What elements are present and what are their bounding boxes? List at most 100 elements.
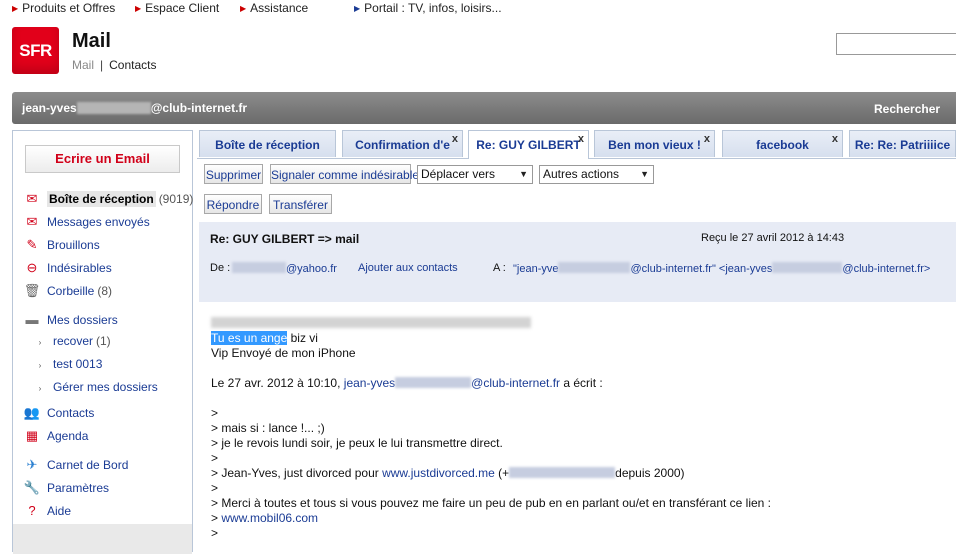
- spam-icon: ⊖: [26, 260, 38, 275]
- tab-confirmation[interactable]: Confirmation d'e x: [342, 130, 463, 157]
- tab-ben-mon-vieux[interactable]: Ben mon vieux ! x: [594, 130, 715, 157]
- redacted-text: [76, 102, 151, 114]
- message-subject: Re: GUY GILBERT => mail: [210, 232, 360, 246]
- tab-re-re-patriiiice[interactable]: Re: Re: Patriiiice: [849, 130, 956, 157]
- search-label: Rechercher: [874, 102, 941, 116]
- move-to-select[interactable]: Déplacer vers ▼: [417, 165, 533, 184]
- report-spam-button[interactable]: Signaler comme indésirable: [270, 164, 419, 184]
- redacted-text: [558, 262, 631, 273]
- inbox-icon: ✉: [26, 191, 38, 206]
- sidebar-item-recover[interactable]: › recover (1): [35, 334, 111, 352]
- redacted-text: [211, 317, 531, 328]
- mobil06-link[interactable]: www.mobil06.com: [221, 511, 318, 525]
- sidebar-item-agenda[interactable]: ▦ Agenda: [23, 428, 89, 446]
- sidebar-item-my-folders[interactable]: ▬ Mes dossiers: [23, 312, 118, 330]
- sidebar-item-settings[interactable]: 🔧 Paramètres: [23, 480, 109, 498]
- help-icon: ?: [28, 503, 36, 518]
- close-icon[interactable]: x: [452, 133, 458, 145]
- triangle-right-icon: ▶: [135, 4, 142, 13]
- triangle-right-icon: ▶: [12, 4, 19, 13]
- sent-icon: ✉: [26, 214, 38, 229]
- close-icon[interactable]: x: [704, 133, 710, 145]
- quote-line: >: [211, 481, 219, 495]
- sidebar-item-help[interactable]: ? Aide: [23, 503, 71, 521]
- sidebar-item-test0013[interactable]: › test 0013: [35, 357, 103, 375]
- body-line: Vip Envoyé de mon iPhone: [211, 346, 356, 360]
- portal-search-input[interactable]: [836, 33, 956, 55]
- sfr-logo[interactable]: SFR: [12, 27, 59, 74]
- sidebar: Ecrire un Email ✉ Boîte de réception (9019…: [12, 130, 193, 554]
- tab-bar: Boîte de réception Confirmation d'e x Re:…: [197, 130, 956, 159]
- reply-button[interactable]: Répondre: [204, 194, 262, 214]
- chevron-down-icon: ▼: [640, 169, 649, 179]
- tab-re-guy-gilbert[interactable]: Re: GUY GILBERT x: [468, 130, 589, 159]
- sidebar-item-logbook[interactable]: ✈ Carnet de Bord: [23, 457, 129, 475]
- redacted-line: [211, 316, 531, 330]
- tab-inbox[interactable]: Boîte de réception: [199, 130, 336, 157]
- bullet-icon: ›: [38, 361, 42, 370]
- sidebar-item-inbox[interactable]: ✉ Boîte de réception (9019): [23, 191, 193, 209]
- user-email: jean-yves @club-internet.fr: [22, 101, 248, 115]
- redacted-text: [395, 377, 472, 388]
- folder-icon: ▬: [25, 312, 39, 327]
- app-subnav: Mail | Contacts: [72, 58, 157, 72]
- sidebar-item-spam[interactable]: ⊖ Indésirables: [23, 260, 112, 278]
- close-icon[interactable]: x: [832, 133, 838, 145]
- topnav-portail[interactable]: ▶ Portail : TV, infos, loisirs...: [354, 1, 502, 15]
- tab-facebook[interactable]: facebook x: [722, 130, 843, 157]
- triangle-right-icon: ▶: [354, 4, 361, 13]
- topnav-assistance[interactable]: ▶ Assistance: [240, 1, 308, 15]
- sidebar-item-trash[interactable]: 🗑 Corbeille (8): [23, 283, 112, 301]
- sender-email-link[interactable]: jean-yves @club-internet.fr: [344, 376, 560, 390]
- trash-icon: 🗑: [23, 283, 41, 298]
- logbook-icon: ✈: [26, 457, 38, 472]
- topnav-espace-client[interactable]: ▶ Espace Client: [135, 1, 219, 15]
- selected-text: Tu es un ange: [211, 331, 288, 345]
- message-received-date: Reçu le 27 avril 2012 à 14:43: [701, 232, 845, 244]
- redacted-text: [232, 262, 286, 273]
- redacted-text: [509, 467, 616, 478]
- bullet-icon: ›: [38, 338, 42, 347]
- quote-line: >: [211, 526, 219, 540]
- to-label: A :: [493, 262, 506, 274]
- calendar-icon: ▦: [25, 428, 39, 443]
- redacted-text: [772, 262, 843, 273]
- justdivorced-link[interactable]: www.justdivorced.me: [382, 466, 495, 480]
- sidebar-item-sent[interactable]: ✉ Messages envoyés: [23, 214, 150, 232]
- quote-line: >: [211, 451, 219, 465]
- contacts-icon: 👥: [23, 405, 41, 420]
- quote-line: > je le revois lundi soir, je peux le lu…: [211, 436, 503, 450]
- sidebar-item-contacts[interactable]: 👥 Contacts: [23, 405, 94, 423]
- quote-line: >: [211, 406, 219, 420]
- other-actions-select[interactable]: Autres actions ▼: [539, 165, 654, 184]
- compose-button[interactable]: Ecrire un Email: [25, 145, 180, 173]
- to-address[interactable]: "jean-yve @club-internet.fr" <jean-yves @c…: [513, 262, 930, 275]
- user-bar: jean-yves@club-internet.fr Rechercher de: [12, 92, 956, 124]
- close-icon[interactable]: x: [578, 133, 584, 145]
- chevron-down-icon: ▼: [519, 169, 528, 179]
- triangle-right-icon: ▶: [240, 4, 247, 13]
- sidebar-footer: [13, 524, 192, 554]
- subnav-mail[interactable]: Mail: [72, 58, 94, 72]
- sidebar-item-manage-folders[interactable]: › Gérer mes dossiers: [35, 380, 158, 398]
- forward-button[interactable]: Transférer: [269, 194, 332, 214]
- topnav-produits[interactable]: ▶ Produits et Offres: [12, 1, 115, 15]
- drafts-icon: ✎: [26, 237, 38, 252]
- message-header: Re: GUY GILBERT => mail Reçu le 27 avril…: [199, 222, 956, 302]
- body-line: Tu es un ange biz vi: [211, 331, 318, 345]
- sidebar-item-drafts[interactable]: ✎ Brouillons: [23, 237, 100, 255]
- quote-line: > mais si : lance !... ;): [211, 421, 325, 435]
- from-address[interactable]: @yahoo.fr: [232, 262, 337, 275]
- quote-line: > Merci à toutes et tous si vous pouvez …: [211, 496, 772, 510]
- bullet-icon: ›: [38, 384, 42, 393]
- page-title: Mail: [72, 30, 111, 52]
- quote-line: > www.mobil06.com: [211, 511, 319, 525]
- settings-icon: 🔧: [23, 480, 41, 495]
- subnav-contacts[interactable]: Contacts: [109, 58, 156, 72]
- delete-button[interactable]: Supprimer: [204, 164, 263, 184]
- add-to-contacts-link[interactable]: Ajouter aux contacts: [358, 262, 458, 274]
- from-label: De :: [210, 262, 231, 274]
- quote-line: > Jean-Yves, just divorced pour www.just…: [211, 466, 685, 480]
- quote-intro: Le 27 avr. 2012 à 10:10, jean-yves @club-…: [211, 376, 603, 390]
- top-nav: ▶ Produits et Offres ▶ Espace Client ▶ Assi…: [0, 0, 956, 18]
